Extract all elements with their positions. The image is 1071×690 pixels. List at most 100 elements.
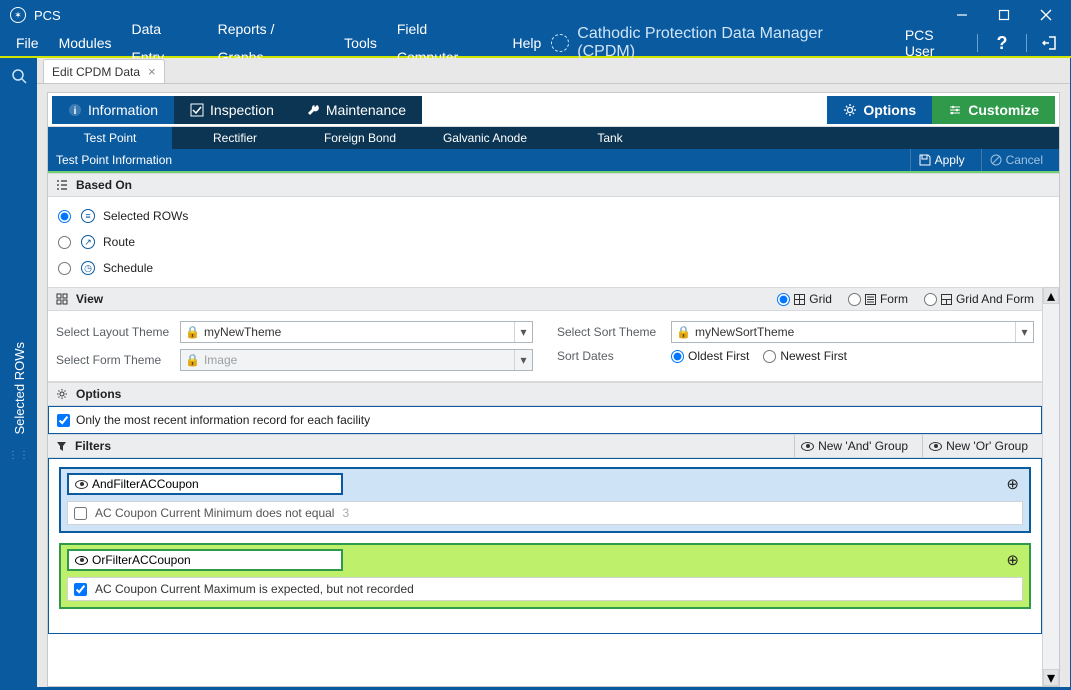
and-rule-checkbox[interactable] [74, 507, 87, 520]
content-panel: i Information Inspection Maintenance Opt… [47, 92, 1060, 687]
scroll-up-icon[interactable]: ▴ [1043, 287, 1059, 304]
close-tab-icon[interactable]: × [148, 64, 156, 79]
eye-icon [75, 480, 88, 489]
menu-help[interactable]: Help [503, 29, 552, 57]
eye-icon [929, 442, 942, 451]
apply-button[interactable]: Apply [910, 149, 973, 171]
radio-oldest-first[interactable] [671, 350, 684, 363]
grid-mode-icon [794, 294, 805, 305]
subtab-galvanic-anode[interactable]: Galvanic Anode [423, 127, 548, 149]
scroll-down-icon[interactable]: ▾ [1043, 669, 1059, 686]
add-and-rule-icon[interactable]: ⊕ [1006, 475, 1019, 493]
layout-theme-label: Select Layout Theme [56, 325, 174, 339]
radio-schedule[interactable] [58, 262, 71, 275]
app-name: Cathodic Protection Data Manager (CPDM) [551, 25, 885, 61]
or-filter-rule[interactable]: AC Coupon Current Maximum is expected, b… [67, 577, 1023, 601]
radio-view-gridform[interactable] [924, 293, 937, 306]
cancel-button[interactable]: Cancel [981, 149, 1051, 171]
menu-modules[interactable]: Modules [49, 29, 122, 57]
new-or-group-button[interactable]: New 'Or' Group [922, 435, 1034, 457]
chevron-down-icon[interactable]: ▾ [1015, 322, 1033, 342]
help-icon[interactable]: ? [988, 29, 1016, 57]
subtab-tank[interactable]: Tank [548, 127, 673, 149]
current-user[interactable]: PCS User [905, 27, 967, 59]
gear-icon [56, 388, 68, 400]
or-rule-checkbox[interactable] [74, 583, 87, 596]
radio-newest-first[interactable] [763, 350, 776, 363]
and-filter-rule[interactable]: AC Coupon Current Minimum does not equal… [67, 501, 1023, 525]
form-theme-combo: 🔒 Image ▾ [180, 349, 533, 371]
vertical-scrollbar[interactable]: ▴ ▾ [1042, 287, 1059, 686]
customize-button[interactable]: Customize [932, 96, 1055, 124]
or-filter-name-input[interactable]: OrFilterACCoupon [67, 549, 343, 571]
gear-icon [843, 103, 857, 117]
form-theme-label: Select Form Theme [56, 353, 174, 367]
search-icon[interactable] [5, 62, 33, 90]
radio-route[interactable] [58, 236, 71, 249]
menu-bar: File Modules Data Entry Reports / Graphs… [0, 30, 1071, 58]
info-icon: i [68, 103, 82, 117]
sort-theme-combo[interactable]: 🔒 myNewSortTheme ▾ [671, 321, 1034, 343]
radio-view-grid[interactable] [777, 293, 790, 306]
layout-theme-combo[interactable]: 🔒 myNewTheme ▾ [180, 321, 533, 343]
form-mode-icon [865, 294, 876, 305]
tab-inspection[interactable]: Inspection [174, 96, 290, 124]
radio-route-label: Route [103, 235, 135, 249]
app-icon: ✶ [10, 7, 26, 23]
minimize-button[interactable] [941, 1, 983, 29]
maximize-button[interactable] [983, 1, 1025, 29]
chevron-down-icon[interactable]: ▾ [514, 322, 532, 342]
sidebar-tab-selected-rows[interactable]: Selected ROWs [6, 330, 33, 446]
tab-edit-cpdm[interactable]: Edit CPDM Data × [43, 59, 165, 83]
main-area: Edit CPDM Data × i Information Inspectio… [37, 58, 1070, 687]
sidebar-handle-icon[interactable]: ⋮⋮ [8, 450, 30, 461]
cancel-icon [990, 154, 1002, 166]
filters-header: Filters New 'And' Group New 'Or' Group [48, 434, 1042, 458]
sort-theme-value: myNewSortTheme [695, 325, 794, 339]
subtab-foreign-bond[interactable]: Foreign Bond [298, 127, 423, 149]
lock-icon: 🔒 [185, 325, 200, 339]
or-filter-group: OrFilterACCoupon ⊕ AC Coupon Current Max… [59, 543, 1031, 609]
save-icon [919, 154, 931, 166]
tab-maintenance[interactable]: Maintenance [290, 96, 422, 124]
and-rule-value: 3 [342, 506, 349, 520]
and-filter-name-input[interactable]: AndFilterACCoupon [67, 473, 343, 495]
view-header: View Grid Form Grid And Form [48, 287, 1042, 311]
tab-information[interactable]: i Information [52, 96, 174, 124]
lock-icon: 🔒 [676, 325, 691, 339]
filter-icon [56, 441, 67, 452]
new-and-group-button[interactable]: New 'And' Group [794, 435, 914, 457]
form-theme-value: Image [204, 353, 237, 367]
radio-selected-rows[interactable] [58, 210, 71, 223]
and-rule-text: AC Coupon Current Minimum does not equal [95, 506, 334, 520]
subtab-test-point[interactable]: Test Point [48, 127, 173, 149]
subtab-rectifier[interactable]: Rectifier [173, 127, 298, 149]
radio-view-form-label: Form [880, 292, 908, 306]
logout-icon[interactable] [1037, 29, 1065, 57]
options-button[interactable]: Options [827, 96, 932, 124]
schedule-icon: ◷ [81, 261, 95, 275]
tab-label: Edit CPDM Data [52, 65, 140, 79]
menu-file[interactable]: File [6, 29, 49, 57]
chevron-down-icon: ▾ [514, 350, 532, 370]
radio-newest-first-label: Newest First [780, 349, 847, 363]
add-or-rule-icon[interactable]: ⊕ [1006, 551, 1019, 569]
radio-view-gridform-label: Grid And Form [956, 292, 1034, 306]
layout-theme-value: myNewTheme [204, 325, 281, 339]
radio-selected-rows-label: Selected ROWs [103, 209, 188, 223]
checkbox-only-recent-label: Only the most recent information record … [76, 413, 370, 427]
close-button[interactable] [1025, 1, 1067, 29]
menu-tools[interactable]: Tools [334, 29, 387, 57]
rows-icon: ≡ [81, 209, 95, 223]
category-tabs: i Information Inspection Maintenance Opt… [48, 93, 1059, 127]
sort-theme-label: Select Sort Theme [557, 325, 665, 339]
and-filter-group: AndFilterACCoupon ⊕ AC Coupon Current Mi… [59, 467, 1031, 533]
list-icon [56, 179, 68, 191]
radio-view-form[interactable] [848, 293, 861, 306]
check-icon [190, 103, 204, 117]
lock-icon: 🔒 [185, 353, 200, 367]
facility-subtabs: Test Point Rectifier Foreign Bond Galvan… [48, 127, 1059, 149]
checkbox-only-recent[interactable] [57, 414, 70, 427]
based-on-body: ≡ Selected ROWs ↗ Route ◷ Schedule [48, 197, 1059, 287]
window-title: PCS [34, 8, 61, 23]
